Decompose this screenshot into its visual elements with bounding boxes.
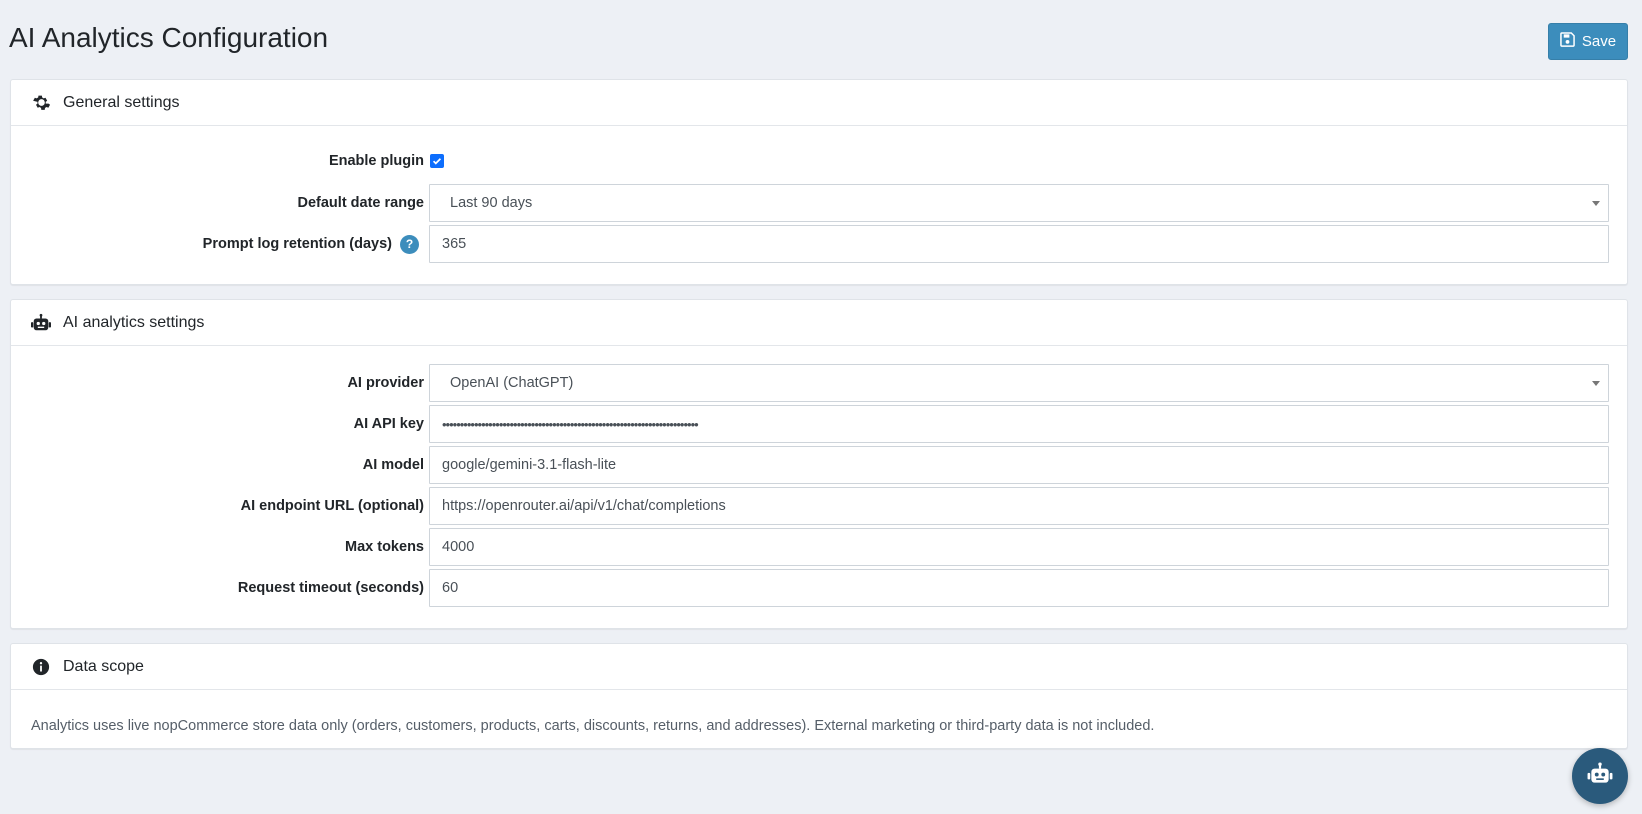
info-icon (31, 657, 51, 677)
robot-icon (31, 313, 51, 333)
ai-provider-value: OpenAI (ChatGPT) (450, 375, 574, 391)
page-title: AI Analytics Configuration (9, 22, 329, 53)
date-range-select[interactable]: Last 90 days (429, 184, 1609, 222)
page-header: AI Analytics Configuration Save (0, 0, 1642, 80)
ai-provider-label: AI provider (347, 375, 424, 391)
api-key-value: ••••••••••••••••••••••••••••••••••••••••… (442, 416, 699, 432)
enable-plugin-row: Enable plugin (11, 142, 1629, 180)
timeout-input[interactable] (429, 569, 1609, 607)
max-tokens-input[interactable] (429, 528, 1609, 566)
general-settings-title: General settings (63, 93, 180, 111)
date-range-label: Default date range (297, 195, 425, 211)
ai-settings-title: AI analytics settings (63, 313, 205, 331)
check-icon (432, 158, 442, 165)
max-tokens-label: Max tokens (345, 539, 424, 555)
api-key-row: AI API key •••••••••••••••••••••••••••••… (11, 405, 1629, 443)
ai-settings-card: AI analytics settings AI provider OpenAI… (10, 299, 1628, 629)
retention-input[interactable] (429, 225, 1609, 263)
enable-plugin-checkbox[interactable] (430, 154, 444, 168)
data-scope-title: Data scope (63, 657, 144, 675)
ai-provider-select[interactable]: OpenAI (ChatGPT) (429, 364, 1609, 402)
save-button-label: Save (1581, 33, 1617, 50)
ai-model-row: AI model (11, 446, 1629, 484)
data-scope-header[interactable]: Data scope (11, 644, 1627, 690)
ai-settings-header[interactable]: AI analytics settings (11, 300, 1627, 346)
retention-label-wrap: Prompt log retention (days) ? (203, 225, 419, 263)
api-key-label: AI API key (353, 416, 424, 432)
data-scope-card: Data scope Analytics uses live nopCommer… (10, 643, 1628, 749)
retention-label: Prompt log retention (days) (202, 236, 392, 252)
retention-row: Prompt log retention (days) ? (11, 225, 1629, 263)
general-settings-header[interactable]: General settings (11, 80, 1627, 126)
floppy-disk-icon (1560, 32, 1575, 51)
timeout-row: Request timeout (seconds) (11, 569, 1629, 607)
help-icon[interactable]: ? (400, 234, 419, 254)
gear-icon (31, 93, 51, 113)
chevron-down-icon (1592, 381, 1600, 386)
general-settings-card: General settings Enable plugin Default d… (10, 79, 1628, 285)
api-key-input[interactable]: ••••••••••••••••••••••••••••••••••••••••… (429, 405, 1609, 443)
max-tokens-row: Max tokens (11, 528, 1629, 566)
chevron-down-icon (1592, 201, 1600, 206)
date-range-row: Default date range Last 90 days (11, 184, 1629, 222)
enable-plugin-label: Enable plugin (328, 153, 424, 169)
data-scope-text: Analytics uses live nopCommerce store da… (31, 718, 1155, 734)
ai-model-input[interactable] (429, 446, 1609, 484)
ai-provider-row: AI provider OpenAI (ChatGPT) (11, 364, 1629, 402)
robot-icon (1587, 762, 1613, 791)
timeout-label: Request timeout (seconds) (237, 580, 424, 596)
chat-bot-button[interactable] (1572, 748, 1628, 804)
endpoint-input[interactable] (429, 487, 1609, 525)
ai-model-label: AI model (362, 457, 424, 473)
date-range-value: Last 90 days (450, 195, 533, 211)
endpoint-label: AI endpoint URL (optional) (240, 498, 424, 514)
save-button[interactable]: Save (1548, 23, 1628, 60)
endpoint-row: AI endpoint URL (optional) (11, 487, 1629, 525)
